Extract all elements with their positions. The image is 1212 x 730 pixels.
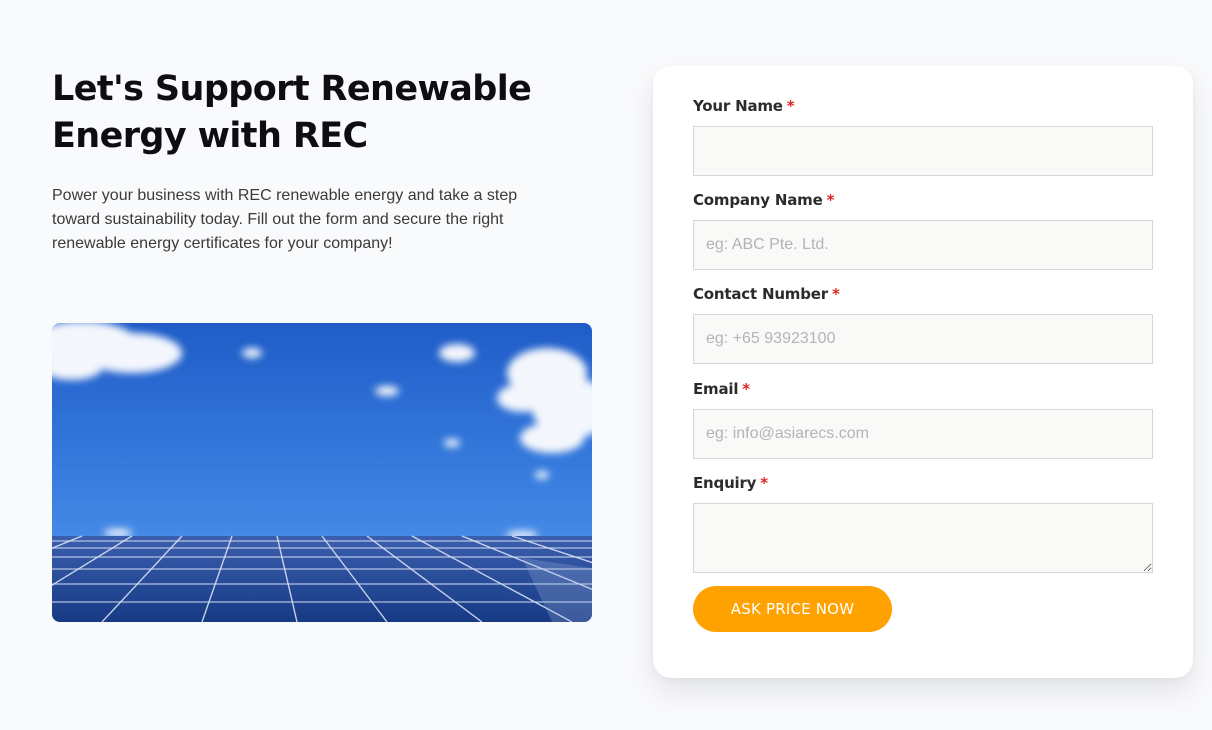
page-title: Let's Support Renewable Energy with REC bbox=[52, 69, 532, 156]
intro-text: Power your business with REC renewable e… bbox=[52, 187, 518, 252]
your-name-label: Your Name * bbox=[693, 97, 795, 115]
company-name-label: Company Name * bbox=[693, 191, 835, 209]
contact-number-field: Contact Number * bbox=[693, 284, 1153, 364]
company-name-input[interactable] bbox=[693, 220, 1153, 270]
contact-number-input[interactable] bbox=[693, 314, 1153, 364]
email-label: Email * bbox=[693, 380, 750, 398]
ask-price-button[interactable]: ASK PRICE NOW bbox=[693, 586, 892, 632]
your-name-input[interactable] bbox=[693, 126, 1153, 176]
email-field: Email * bbox=[693, 379, 1153, 459]
required-marker: * bbox=[831, 285, 840, 303]
solar-panels-illustration bbox=[52, 323, 592, 622]
enquiry-form: Your Name* Company Name* Contact Number*… bbox=[653, 66, 1193, 678]
enquiry-label: Enquiry * bbox=[693, 474, 768, 492]
email-input[interactable] bbox=[693, 409, 1153, 459]
enquiry-field: Enquiry * bbox=[693, 473, 1153, 573]
enquiry-textarea[interactable] bbox=[693, 503, 1153, 573]
required-marker: * bbox=[826, 191, 835, 209]
required-marker: * bbox=[742, 380, 750, 398]
contact-number-label: Contact Number * bbox=[693, 285, 840, 303]
intro-section: Let's Support Renewable Energy with REC … bbox=[52, 66, 592, 256]
company-name-field: Company Name * bbox=[693, 190, 1153, 270]
required-marker: * bbox=[760, 474, 768, 492]
your-name-field: Your Name * bbox=[693, 96, 1153, 176]
solar-panels-image bbox=[52, 323, 592, 622]
required-marker: * bbox=[786, 97, 795, 115]
